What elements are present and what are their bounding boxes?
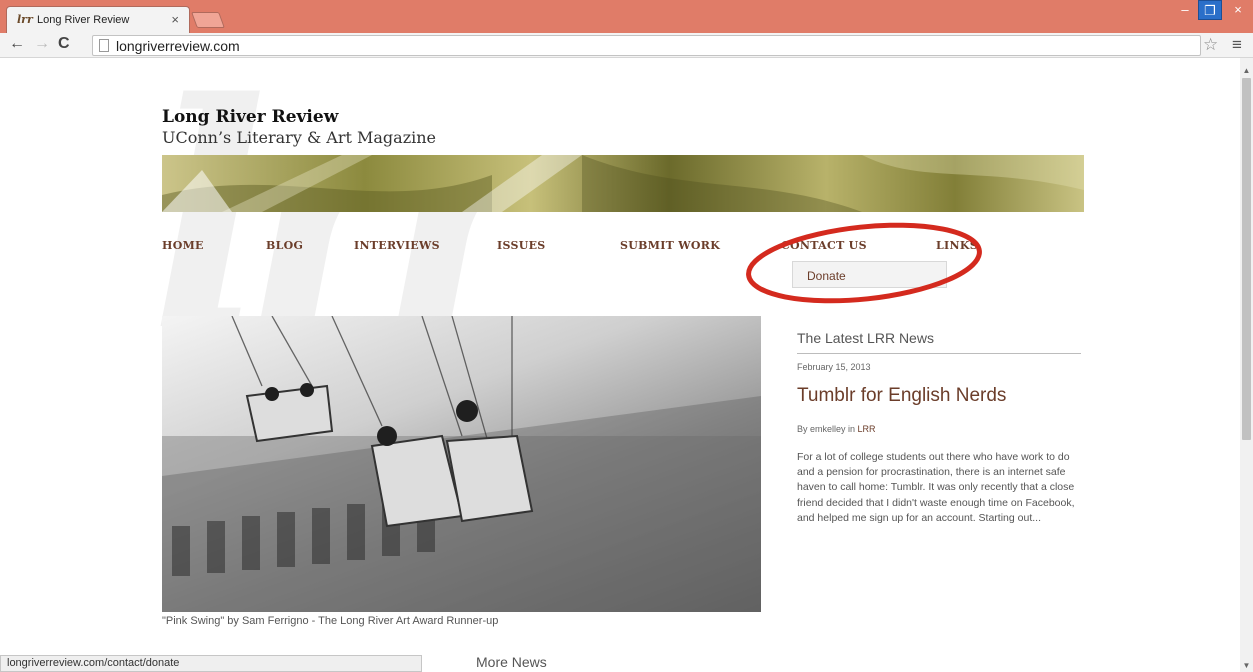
highlight-circle <box>746 222 982 304</box>
scroll-thumb[interactable] <box>1242 78 1251 440</box>
scroll-up-arrow-icon[interactable]: ▲ <box>1240 66 1253 75</box>
window-minimize-button[interactable]: – <box>1173 0 1197 20</box>
forward-arrow-icon[interactable]: → <box>34 35 50 53</box>
address-bar[interactable]: longriverreview.com <box>92 35 1201 56</box>
reload-icon[interactable]: C <box>58 35 70 53</box>
tab-favicon: lrr <box>17 13 33 26</box>
page-icon <box>99 39 109 52</box>
tab-title: Long River Review <box>37 14 130 26</box>
page-viewport: lrr Long River Review UConn’s Literary &… <box>0 58 1240 672</box>
nav-blog[interactable]: BLOG <box>266 239 303 252</box>
hero-image[interactable] <box>162 316 761 612</box>
address-url[interactable]: longriverreview.com <box>116 38 240 54</box>
back-arrow-icon[interactable]: ← <box>9 35 25 53</box>
window-restore-button[interactable]: ❐ <box>1198 0 1222 20</box>
site-title[interactable]: Long River Review <box>162 107 338 127</box>
header-banner-image <box>162 155 1084 212</box>
site-subtitle: UConn’s Literary & Art Magazine <box>162 128 437 147</box>
browser-tab[interactable]: lrr Long River Review × <box>6 6 190 33</box>
nav-issues[interactable]: ISSUES <box>497 239 546 252</box>
news-category-link[interactable]: LRR <box>858 424 876 434</box>
news-date: February 15, 2013 <box>797 362 871 372</box>
news-byline: By emkelley in LRR <box>797 424 1081 434</box>
browser-toolbar: ← → C longriverreview.com ☆ ≡ <box>0 33 1253 58</box>
tab-close-icon[interactable]: × <box>171 12 179 27</box>
browser-titlebar: lrr Long River Review × – ❐ × <box>0 0 1253 33</box>
news-post-title[interactable]: Tumblr for English Nerds <box>797 385 1081 407</box>
nav-home[interactable]: HOME <box>162 239 204 252</box>
news-excerpt: For a lot of college students out there … <box>797 451 1075 524</box>
latest-news-panel: The Latest LRR News February 15, 2013 Tu… <box>797 330 1081 526</box>
scroll-down-arrow-icon[interactable]: ▼ <box>1240 661 1253 670</box>
more-news-heading[interactable]: More News <box>476 654 547 670</box>
browser-menu-icon[interactable]: ≡ <box>1232 35 1242 55</box>
news-byline-text: By emkelley in <box>797 424 856 434</box>
nav-submit-work[interactable]: SUBMIT WORK <box>620 239 720 252</box>
nav-interviews[interactable]: INTERVIEWS <box>354 239 440 252</box>
bookmark-star-icon[interactable]: ☆ <box>1203 35 1218 55</box>
page-scrollbar[interactable]: ▲ ▼ <box>1240 58 1253 672</box>
new-tab-button[interactable] <box>191 12 225 28</box>
news-heading: The Latest LRR News <box>797 330 1081 354</box>
hero-caption: "Pink Swing" by Sam Ferrigno - The Long … <box>162 615 499 627</box>
window-close-button[interactable]: × <box>1223 0 1253 20</box>
status-bar-url: longriverreview.com/contact/donate <box>0 655 422 672</box>
